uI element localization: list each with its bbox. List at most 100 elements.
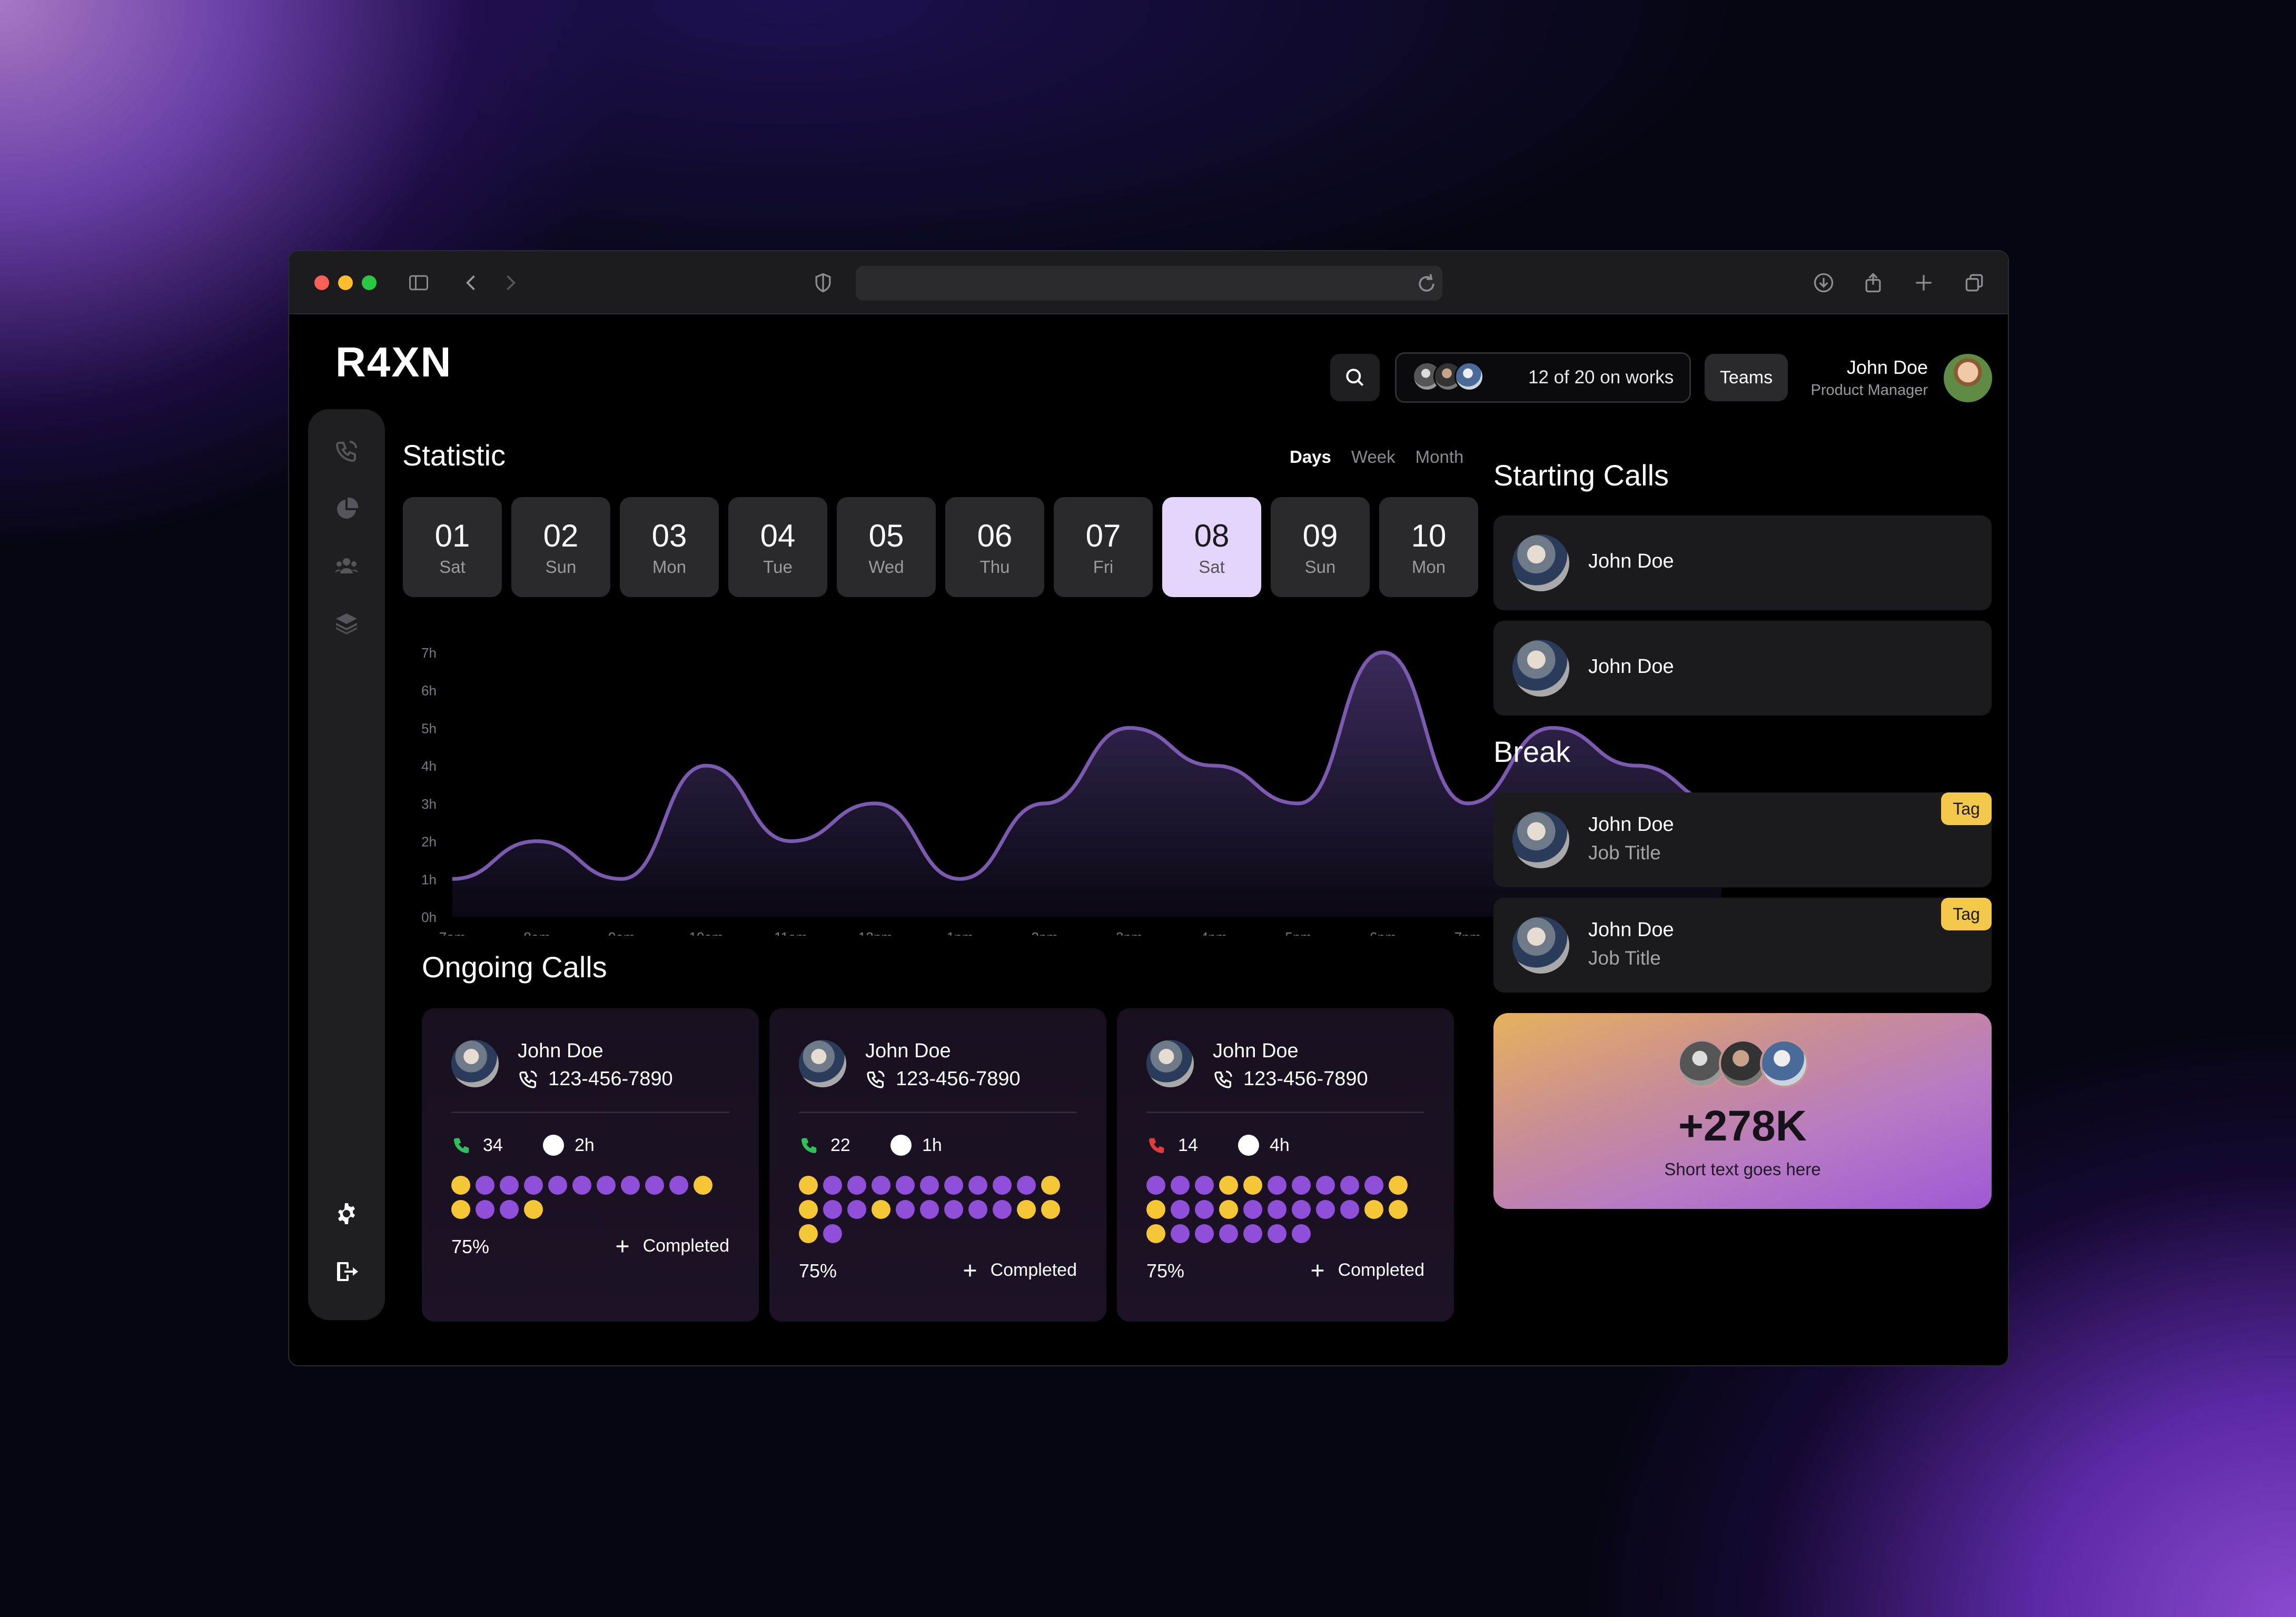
phone-icon[interactable] — [332, 437, 361, 466]
progress-dot — [872, 1176, 890, 1195]
day-button[interactable]: 03 Mon — [620, 497, 719, 597]
progress-dot — [823, 1176, 842, 1195]
x-tick-label: 9am — [608, 929, 635, 936]
day-button[interactable]: 04 Tue — [728, 497, 827, 597]
call-count-value: 14 — [1178, 1135, 1198, 1155]
users-icon[interactable] — [332, 551, 361, 581]
caller-name: John Doe — [518, 1040, 603, 1062]
day-button[interactable]: 02 Sun — [511, 497, 610, 597]
progress-dot — [1017, 1200, 1036, 1219]
progress-dot — [799, 1176, 818, 1195]
address-bar[interactable] — [856, 266, 1442, 301]
day-weekday: Wed — [868, 557, 904, 577]
tag-badge[interactable]: Tag — [1941, 792, 1992, 825]
team-status-pill[interactable]: 12 of 20 on works — [1395, 352, 1691, 403]
phone-icon — [519, 1070, 537, 1088]
promo-text: Short text goes here — [1664, 1159, 1821, 1179]
progress-dot — [451, 1176, 470, 1195]
day-button[interactable]: 05 Wed — [837, 497, 936, 597]
download-icon[interactable] — [1811, 270, 1836, 295]
back-icon[interactable] — [459, 270, 484, 295]
forward-icon[interactable] — [498, 270, 523, 295]
progress-percent: 75% — [799, 1260, 837, 1282]
reload-icon[interactable] — [1414, 271, 1439, 296]
break-card[interactable]: John Doe Job Title Tag — [1493, 792, 1992, 887]
day-number: 03 — [651, 518, 687, 553]
progress-dot — [1389, 1200, 1408, 1219]
day-weekday: Sun — [1304, 557, 1336, 577]
completed-label: Completed — [642, 1236, 729, 1256]
progress-dot — [1316, 1176, 1335, 1195]
progress-dot — [847, 1200, 866, 1219]
close-window-button[interactable] — [314, 275, 329, 290]
progress-dots — [1146, 1176, 1431, 1243]
teams-button[interactable]: Teams — [1705, 354, 1788, 401]
share-icon[interactable] — [1860, 270, 1886, 295]
call-count: 34 — [451, 1135, 503, 1156]
ongoing-call-card[interactable]: John Doe 123-456-7890 22 1h 75% Completed — [769, 1008, 1106, 1322]
day-weekday: Sat — [1199, 557, 1225, 577]
privacy-shield-icon[interactable] — [810, 270, 836, 295]
break-name: John Doe — [1588, 814, 1674, 836]
layers-icon[interactable] — [332, 608, 361, 638]
logout-icon[interactable] — [332, 1257, 361, 1286]
ongoing-call-card[interactable]: John Doe 123-456-7890 34 2h 75% Completed — [422, 1008, 759, 1322]
team-status-text: 12 of 20 on works — [1528, 367, 1674, 388]
day-button[interactable]: 01 Sat — [403, 497, 502, 597]
new-tab-icon[interactable] — [1911, 270, 1936, 295]
completed-button[interactable]: Completed — [961, 1260, 1077, 1281]
maximize-window-button[interactable] — [362, 275, 377, 290]
progress-dot — [1171, 1176, 1190, 1195]
day-button[interactable]: 08 Sat — [1162, 497, 1261, 597]
y-tick-label: 0h — [421, 909, 437, 925]
break-card[interactable]: John Doe Job Title Tag — [1493, 898, 1992, 993]
starting-call-card[interactable]: John Doe — [1493, 621, 1992, 716]
clock-icon — [890, 1135, 912, 1156]
user-avatar[interactable] — [1944, 354, 1992, 402]
search-button[interactable] — [1330, 354, 1380, 401]
divider — [451, 1112, 729, 1113]
phone-icon — [1214, 1070, 1232, 1088]
progress-dot — [1340, 1200, 1359, 1219]
clock-icon — [543, 1135, 564, 1156]
progress-dot — [1195, 1176, 1214, 1195]
day-picker: 01 Sat 02 Sun 03 Mon 04 Tue 05 Wed 06 Thu 07 Fri 08 Sat… — [403, 497, 1478, 597]
progress-dot — [1171, 1200, 1190, 1219]
ongoing-call-card[interactable]: John Doe 123-456-7890 14 4h 75% Completed — [1117, 1008, 1454, 1322]
progress-dot — [645, 1176, 664, 1195]
tab-month[interactable]: Month — [1416, 447, 1464, 467]
day-number: 07 — [1085, 518, 1121, 553]
x-tick-label: 12pm — [858, 929, 893, 936]
day-number: 02 — [543, 518, 579, 553]
caller-phone: 123-456-7890 — [865, 1068, 1021, 1090]
tab-overview-icon[interactable] — [1962, 270, 1987, 295]
day-button[interactable]: 09 Sun — [1271, 497, 1370, 597]
app-logo[interactable]: R4XN — [335, 338, 452, 386]
x-tick-label: 2pm — [1031, 929, 1058, 936]
promo-avatars — [1678, 1039, 1809, 1089]
day-button[interactable]: 10 Mon — [1379, 497, 1478, 597]
day-button[interactable]: 06 Thu — [945, 497, 1044, 597]
completed-button[interactable]: Completed — [613, 1236, 729, 1256]
starting-call-card[interactable]: John Doe — [1493, 515, 1992, 610]
progress-dot — [847, 1176, 866, 1195]
user-name: John Doe — [1846, 356, 1928, 378]
progress-percent: 75% — [1146, 1260, 1185, 1282]
pie-chart-icon[interactable] — [332, 494, 361, 524]
avatar — [451, 1040, 499, 1087]
minimize-window-button[interactable] — [338, 275, 353, 290]
completed-button[interactable]: Completed — [1309, 1260, 1424, 1281]
tab-days[interactable]: Days — [1290, 447, 1331, 467]
promo-card[interactable]: +278K Short text goes here — [1493, 1013, 1992, 1209]
plus-icon — [616, 1240, 628, 1252]
tab-week[interactable]: Week — [1351, 447, 1396, 467]
settings-icon[interactable] — [332, 1199, 361, 1228]
starting-call-name: John Doe — [1588, 550, 1674, 572]
tag-badge[interactable]: Tag — [1941, 898, 1992, 930]
y-tick-label: 6h — [421, 683, 437, 699]
day-button[interactable]: 07 Fri — [1054, 497, 1153, 597]
x-tick-label: 4pm — [1201, 929, 1228, 936]
avatar — [1454, 362, 1484, 391]
progress-dot — [1364, 1200, 1383, 1219]
sidebar-toggle-icon[interactable] — [406, 270, 431, 295]
